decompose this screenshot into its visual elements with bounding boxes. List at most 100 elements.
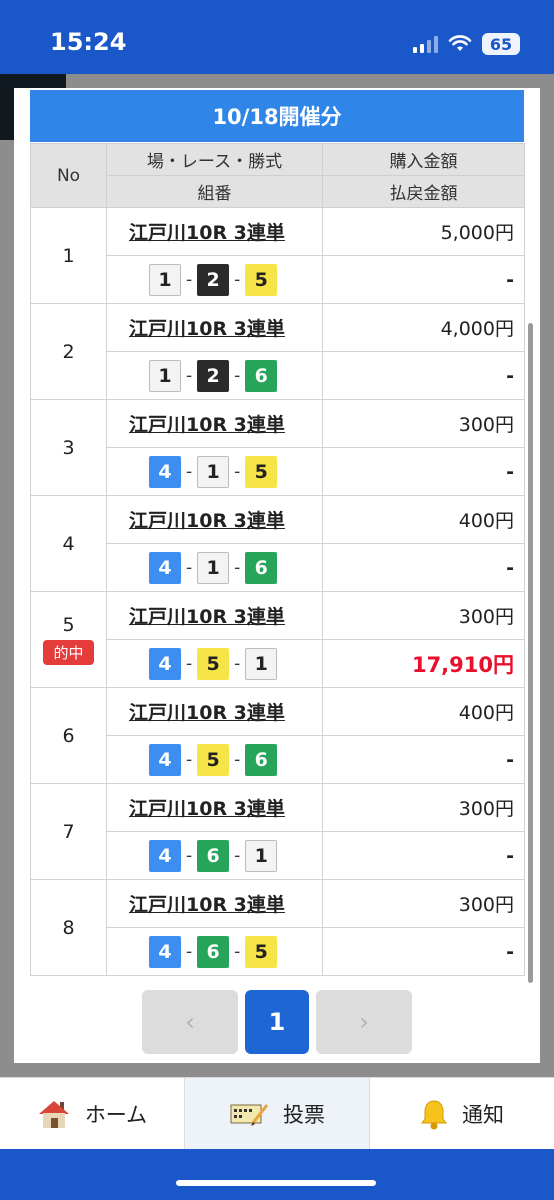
payout-amount: - — [322, 831, 525, 880]
next-page-button[interactable]: › — [316, 990, 412, 1054]
race-link[interactable]: 江戸川10R 3連単 — [129, 222, 285, 244]
payout-amount: - — [322, 255, 525, 304]
combo-separator: - — [186, 941, 193, 962]
bet-number-cell: 2 — [30, 303, 107, 400]
bet-row: 7 江戸川10R 3連単 300円 — [30, 783, 525, 880]
bet-row: 4 江戸川10R 3連単 400円 — [30, 495, 525, 592]
boat-number-box: 5 — [197, 647, 230, 680]
purchase-amount: 300円 — [322, 399, 525, 448]
bell-icon — [421, 1099, 447, 1129]
combo-cell: 4-1-5 — [106, 447, 323, 496]
bet-row: 3 江戸川10R 3連単 300円 — [30, 399, 525, 496]
race-link[interactable]: 江戸川10R 3連単 — [129, 318, 285, 340]
bet-number: 3 — [62, 436, 75, 459]
purchase-amount: 400円 — [322, 495, 525, 544]
combo-separator: - — [234, 845, 241, 866]
col-no-header: No — [30, 143, 107, 208]
cellular-signal-icon — [413, 35, 438, 53]
bottom-tab-bar: ホーム 投票 通知 — [0, 1077, 554, 1149]
boat-number-box: 1 — [245, 647, 278, 680]
boat-number-box: 4 — [149, 743, 181, 776]
combo-separator: - — [234, 557, 241, 578]
scrollbar[interactable] — [528, 323, 533, 983]
bet-number: 1 — [62, 244, 75, 267]
race-cell: 江戸川10R 3連単 — [106, 783, 323, 832]
race-cell: 江戸川10R 3連単 — [106, 303, 323, 352]
combo-cell: 4-5-6 — [106, 735, 323, 784]
payout-amount: - — [322, 927, 525, 976]
bet-table: No 場・レース・勝式 購入金額 組番 払戻金額 1 江戸川10R 3連単 5,00… — [30, 143, 525, 976]
payout-amount: 17,910円 — [322, 639, 525, 688]
col-combo-header: 組番 — [106, 175, 323, 208]
col-race-header: 場・レース・勝式 — [106, 143, 323, 176]
race-link[interactable]: 江戸川10R 3連単 — [129, 606, 285, 628]
boat-number-box: 6 — [197, 839, 230, 872]
purchase-amount: 5,000円 — [322, 207, 525, 256]
payout-amount: - — [322, 543, 525, 592]
race-link[interactable]: 江戸川10R 3連単 — [129, 702, 285, 724]
combo-separator: - — [234, 941, 241, 962]
home-icon — [38, 1100, 69, 1128]
combo-separator: - — [186, 653, 193, 674]
col-amount-header: 購入金額 — [322, 143, 525, 176]
bet-number: 4 — [62, 532, 75, 555]
boat-number-box: 6 — [245, 743, 278, 776]
boat-number-box: 2 — [197, 263, 230, 296]
bet-row: 8 江戸川10R 3連単 300円 — [30, 879, 525, 976]
col-payout-header: 払戻金額 — [322, 175, 525, 208]
bet-number-cell: 4 — [30, 495, 107, 592]
boat-number-box: 5 — [245, 263, 278, 296]
combo-separator: - — [186, 845, 193, 866]
hit-badge: 的中 — [43, 640, 94, 665]
ticket-icon — [230, 1103, 269, 1126]
page-1-button[interactable]: 1 — [245, 990, 309, 1054]
boat-number-box: 1 — [245, 839, 278, 872]
race-link[interactable]: 江戸川10R 3連単 — [129, 798, 285, 820]
panel-title: 10/18開催分 — [30, 90, 524, 142]
status-icons: 65 — [413, 32, 520, 56]
race-cell: 江戸川10R 3連単 — [106, 399, 323, 448]
race-cell: 江戸川10R 3連単 — [106, 687, 323, 736]
boat-number-box: 5 — [197, 743, 230, 776]
race-link[interactable]: 江戸川10R 3連単 — [129, 414, 285, 436]
tab-home[interactable]: ホーム — [0, 1078, 184, 1149]
bet-number: 5 — [62, 614, 75, 636]
payout-amount: - — [322, 351, 525, 400]
boat-number-box: 4 — [149, 647, 181, 680]
bet-history-panel: 10/18開催分 No 場・レース・勝式 購入金額 組番 払戻金額 1 江戸川10… — [14, 88, 540, 1063]
purchase-amount: 300円 — [322, 783, 525, 832]
status-time: 15:24 — [50, 28, 127, 56]
boat-number-box: 1 — [149, 359, 181, 392]
combo-cell: 1-2-5 — [106, 255, 323, 304]
race-link[interactable]: 江戸川10R 3連単 — [129, 894, 285, 916]
combo-cell: 4-6-5 — [106, 927, 323, 976]
payout-amount: - — [322, 735, 525, 784]
race-link[interactable]: 江戸川10R 3連単 — [129, 510, 285, 532]
boat-number-box: 6 — [197, 935, 230, 968]
combo-separator: - — [234, 749, 241, 770]
combo-separator: - — [186, 365, 193, 386]
boat-number-box: 6 — [245, 551, 278, 584]
boat-number-box: 1 — [197, 551, 230, 584]
boat-number-box: 1 — [197, 455, 230, 488]
purchase-amount: 300円 — [322, 591, 525, 640]
tab-vote[interactable]: 投票 — [185, 1078, 369, 1149]
combo-separator: - — [186, 557, 193, 578]
bet-row: 2 江戸川10R 3連単 4,000円 — [30, 303, 525, 400]
tab-notifications[interactable]: 通知 — [370, 1078, 554, 1149]
bet-number-cell: 7 — [30, 783, 107, 880]
combo-cell: 4-6-1 — [106, 831, 323, 880]
pagination: ‹ 1 › — [0, 990, 554, 1054]
boat-number-box: 1 — [149, 263, 181, 296]
boat-number-box: 5 — [245, 455, 278, 488]
race-cell: 江戸川10R 3連単 — [106, 879, 323, 928]
tab-home-label: ホーム — [84, 1102, 148, 1127]
bet-number: 2 — [62, 340, 75, 363]
race-cell: 江戸川10R 3連単 — [106, 591, 323, 640]
bet-number-cell: 3 — [30, 399, 107, 496]
status-bar: 15:24 65 — [0, 0, 554, 74]
bet-number: 6 — [62, 724, 75, 747]
bet-number-cell: 6 — [30, 687, 107, 784]
combo-cell: 4-5-1 — [106, 639, 323, 688]
prev-page-button[interactable]: ‹ — [142, 990, 238, 1054]
